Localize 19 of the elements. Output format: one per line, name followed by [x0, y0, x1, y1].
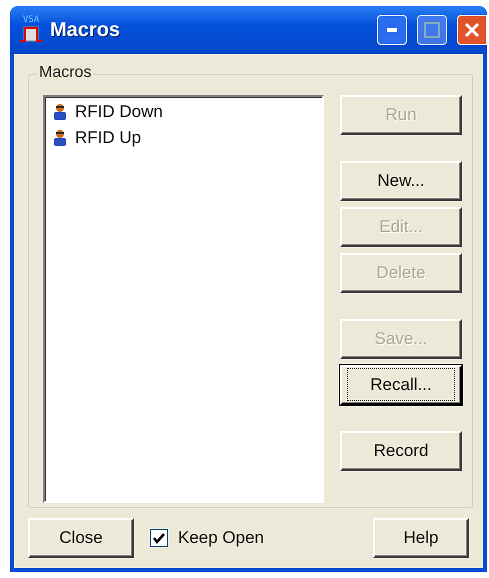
macro-item[interactable]: RFID Up [51, 127, 144, 149]
dialog-button[interactable]: Record [340, 431, 462, 471]
dialog-button[interactable]: Recall... [340, 365, 462, 405]
help-button[interactable]: Help [373, 518, 469, 558]
macro-list[interactable]: RFID Down RFID Up [43, 95, 324, 503]
close-button[interactable]: Close [28, 518, 134, 558]
maximize-icon [424, 22, 440, 38]
checkbox[interactable] [150, 529, 168, 547]
macro-item[interactable]: RFID Down [51, 101, 165, 123]
close-icon [463, 21, 481, 39]
checkbox-label: Keep Open [178, 528, 264, 548]
close-button[interactable] [457, 15, 487, 45]
dialog-button[interactable]: New... [340, 161, 462, 201]
minimize-button[interactable] [377, 15, 407, 45]
window-title: Macros [50, 18, 122, 42]
person-icon [53, 103, 67, 121]
person-icon [53, 129, 67, 147]
minimize-icon [387, 28, 397, 32]
maximize-button[interactable] [417, 15, 447, 45]
